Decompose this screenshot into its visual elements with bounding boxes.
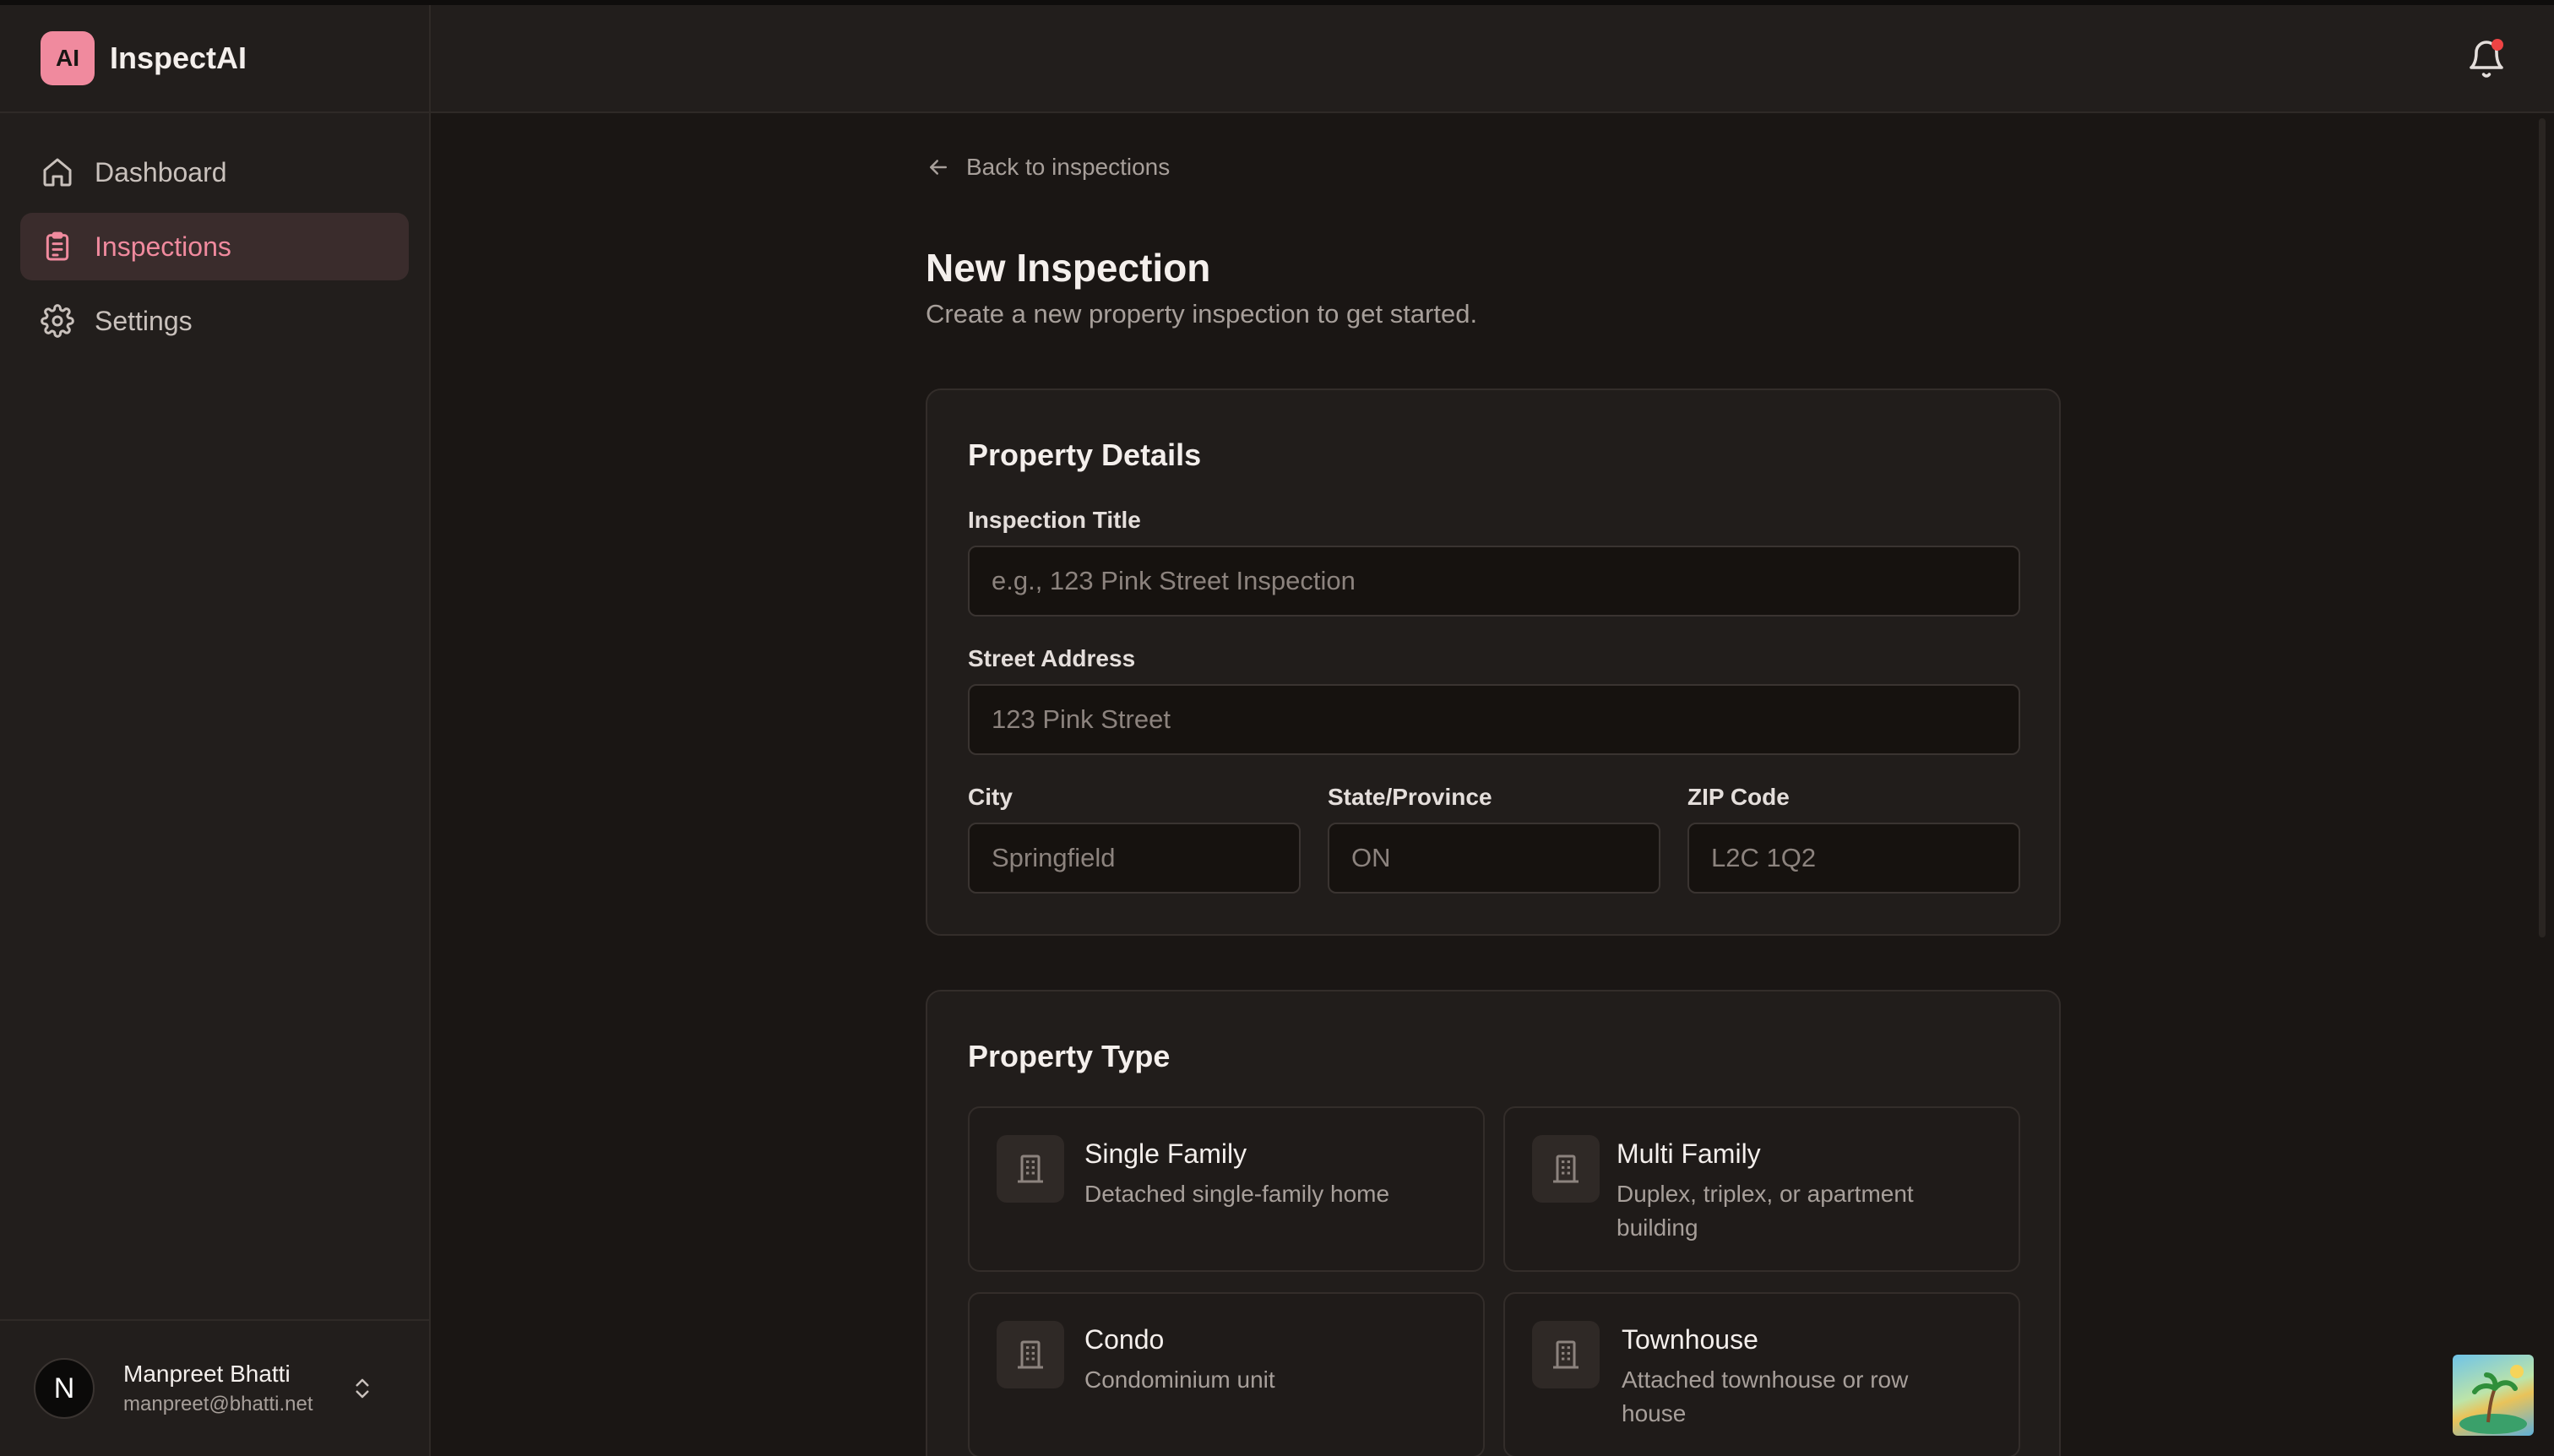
state-province-input[interactable] [1328,823,1660,894]
app-name: InspectAI [110,41,247,75]
card-title: Property Type [968,1039,1171,1073]
sidebar-item-label: Settings [95,305,193,336]
type-name: Single Family [1084,1138,1247,1169]
island-illustration [2459,1365,2527,1434]
building-icon [997,1135,1064,1203]
app-logo: AI [41,31,95,85]
building-icon [1532,1321,1600,1388]
property-type-card: Property Type Single Family Detached sin… [926,990,2061,1456]
street-address-input[interactable] [968,684,2020,755]
page-subtitle: Create a new property inspection to get … [926,299,1478,329]
zip-code-label: ZIP Code [1687,784,1790,810]
city-label: City [968,784,1013,810]
scrollbar[interactable] [2539,118,2546,937]
type-description: Condominium unit [1084,1366,1275,1393]
street-address-label: Street Address [968,645,1136,671]
property-details-card: Property Details Inspection Title Street… [926,388,2061,936]
card-title: Property Details [968,437,1202,472]
property-type-condo[interactable]: Condo Condominium unit [968,1292,1485,1456]
user-email: manpreet@bhatti.net [123,1393,313,1415]
property-type-townhouse[interactable]: Townhouse Attached townhouse or row hous… [1503,1292,2020,1456]
state-province-label: State/Province [1328,784,1492,810]
building-icon [1532,1135,1600,1203]
gear-icon [41,304,74,338]
back-label: Back to inspections [966,154,1171,180]
corner-thumbnail-image[interactable] [2453,1355,2534,1436]
city-input[interactable] [968,823,1301,894]
type-description: Duplex, triplex, or apartment building [1617,1181,1914,1241]
home-icon [43,158,72,187]
sidebar-item-inspections[interactable]: Inspections [20,213,409,280]
top-header [431,5,2554,113]
back-link[interactable]: Back to inspections [926,154,1170,181]
inspection-title-input[interactable] [968,546,2020,617]
sidebar-nav: Dashboard Inspections Settings [0,113,429,387]
sidebar-item-settings[interactable]: Settings [20,287,409,355]
property-type-single-family[interactable]: Single Family Detached single-family hom… [968,1106,1485,1272]
type-description: Detached single-family home [1084,1181,1390,1207]
inspection-title-label: Inspection Title [968,507,1141,533]
user-name: Manpreet Bhatti [123,1361,291,1387]
property-type-multi-family[interactable]: Multi Family Duplex, triplex, or apartme… [1503,1106,2020,1272]
arrow-left-icon [930,160,947,175]
sidebar-item-dashboard[interactable]: Dashboard [20,139,409,206]
sidebar-item-label: Dashboard [95,156,227,187]
avatar: N [34,1358,95,1419]
type-name: Townhouse [1622,1324,1758,1355]
type-description: Attached townhouse or row house [1622,1366,1909,1426]
sidebar-item-label: Inspections [95,231,231,262]
building-icon [997,1321,1064,1388]
zip-code-input[interactable] [1687,823,2020,894]
clipboard-icon [46,231,69,261]
sidebar: AI InspectAI Dashboard Inspections Setti… [0,5,431,1456]
type-name: Multi Family [1617,1138,1761,1169]
user-menu[interactable]: N Manpreet Bhatti manpreet@bhatti.net [0,1319,429,1456]
brand[interactable]: AI InspectAI [0,5,429,113]
chevron-up-down-icon[interactable] [350,1373,375,1404]
notification-badge [2492,39,2503,51]
type-name: Condo [1084,1324,1165,1355]
page-title: New Inspection [926,246,1211,290]
